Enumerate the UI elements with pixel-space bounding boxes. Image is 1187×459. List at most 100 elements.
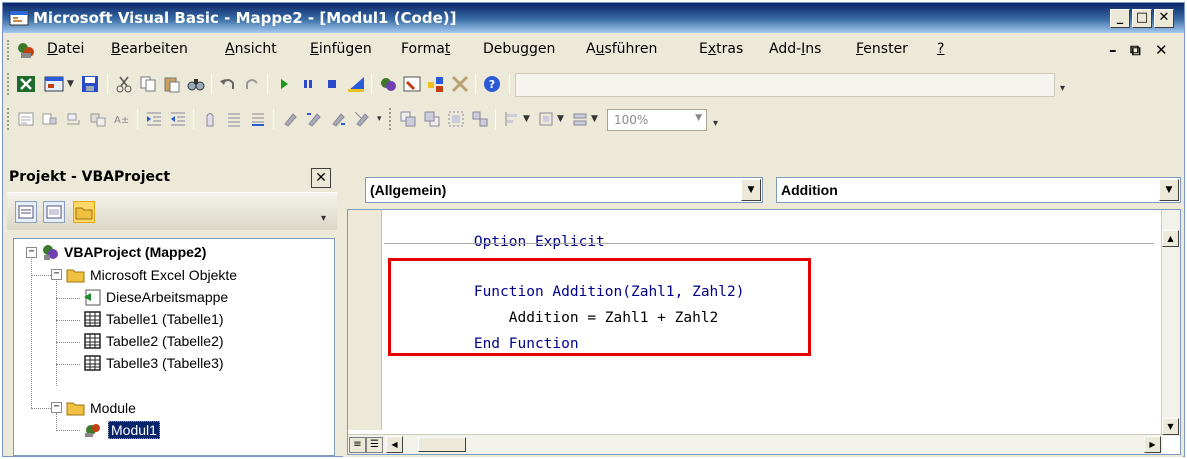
mdi-minimize-button[interactable]: – — [1109, 41, 1117, 59]
previous-bookmark-icon[interactable] — [327, 108, 349, 130]
object-browser-icon[interactable] — [425, 73, 447, 95]
tree-node-modules[interactable]: Module — [66, 397, 136, 419]
list-constants-icon[interactable] — [39, 108, 61, 130]
mdi-restore-button[interactable]: ⧉ — [1130, 41, 1141, 59]
toolbar-overflow-icon[interactable]: ▾ — [713, 118, 718, 129]
indent-icon[interactable] — [143, 108, 165, 130]
send-to-back-icon[interactable] — [421, 108, 443, 130]
full-module-view-icon[interactable]: ☰ — [366, 437, 383, 453]
toolbar-grip[interactable] — [389, 108, 392, 130]
bring-to-front-icon[interactable] — [397, 108, 419, 130]
find-icon[interactable] — [185, 73, 207, 95]
toggle-folders-icon[interactable] — [73, 201, 95, 223]
procedure-combo-dropdown-icon[interactable]: ▼ — [1159, 179, 1179, 201]
view-code-icon[interactable] — [15, 201, 37, 223]
horizontal-scroll-thumb[interactable] — [418, 437, 466, 452]
minimize-button[interactable]: _ — [1110, 9, 1130, 28]
make-same-size-icon[interactable] — [569, 108, 591, 130]
copy-icon[interactable] — [137, 73, 159, 95]
redo-icon[interactable] — [241, 73, 263, 95]
object-combo-dropdown-icon[interactable]: ▼ — [741, 179, 761, 201]
save-icon[interactable] — [79, 73, 101, 95]
project-explorer-icon[interactable] — [377, 73, 399, 95]
procedure-combo[interactable]: Addition ▼ — [776, 177, 1181, 203]
tree-node-workbook[interactable]: DieseArbeitsmappe — [82, 286, 228, 308]
toolbar-grip[interactable] — [7, 108, 10, 130]
tree-node-sheet[interactable]: Tabelle2 (Tabelle2) — [82, 330, 224, 352]
parameter-info-icon[interactable] — [87, 108, 109, 130]
menu-einfuegen[interactable]: Einfügen — [310, 41, 372, 57]
complete-word-icon[interactable]: A± — [111, 108, 133, 130]
menu-datei[interactable]: Datei — [47, 41, 84, 57]
toolbar-overflow-icon[interactable]: ▾ — [1060, 83, 1065, 94]
toggle-bookmark-icon[interactable] — [279, 108, 301, 130]
menu-debuggen[interactable]: Debuggen — [483, 41, 555, 57]
menu-addins[interactable]: Add-Ins — [769, 41, 821, 57]
menu-format[interactable]: Format — [401, 41, 450, 57]
properties-icon[interactable] — [401, 73, 423, 95]
align-dropdown-icon[interactable]: ▼ — [523, 114, 530, 124]
zoom-dropdown-icon[interactable]: ▼ — [695, 113, 702, 123]
next-bookmark-icon[interactable] — [303, 108, 325, 130]
paste-icon[interactable] — [161, 73, 183, 95]
outdent-icon[interactable] — [167, 108, 189, 130]
view-object-icon[interactable] — [43, 201, 65, 223]
center-icon[interactable] — [535, 108, 557, 130]
mdi-close-button[interactable]: ✕ — [1155, 41, 1168, 59]
maximize-button[interactable]: □ — [1132, 9, 1152, 28]
horizontal-scrollbar[interactable]: ≡ ☰ ◀ ▶ — [348, 434, 1163, 454]
scroll-right-icon[interactable]: ▶ — [1144, 436, 1161, 453]
tree-node-sheet[interactable]: Tabelle3 (Tabelle3) — [82, 352, 224, 374]
menu-extras[interactable]: Extras — [699, 41, 743, 57]
view-excel-icon[interactable] — [15, 73, 37, 95]
vbe-menu-icon[interactable] — [15, 39, 37, 61]
zoom-combo[interactable]: 100% ▼ — [607, 109, 707, 131]
tree-node-vbaproject[interactable]: VBAProject (Mappe2) — [40, 241, 206, 263]
tree-collapse-icon[interactable]: − — [51, 269, 62, 280]
procedure-view-icon[interactable]: ≡ — [349, 437, 366, 453]
close-button[interactable]: ✕ — [1154, 9, 1174, 28]
toolbar-overflow-icon[interactable]: ▾ — [377, 114, 382, 124]
toggle-breakpoint-icon[interactable] — [199, 108, 221, 130]
scroll-up-icon[interactable]: ▲ — [1162, 230, 1179, 247]
insert-userform-icon[interactable] — [43, 73, 65, 95]
size-dropdown-icon[interactable]: ▼ — [591, 114, 598, 124]
center-dropdown-icon[interactable]: ▼ — [557, 114, 564, 124]
object-combo[interactable]: (Allgemein) ▼ — [365, 177, 763, 203]
reset-icon[interactable] — [321, 73, 343, 95]
uncomment-block-icon[interactable] — [247, 108, 269, 130]
list-properties-icon[interactable] — [15, 108, 37, 130]
help-icon[interactable]: ? — [481, 73, 503, 95]
insert-dropdown-icon[interactable]: ▼ — [67, 79, 74, 89]
menu-ansicht[interactable]: Ansicht — [225, 41, 277, 57]
menu-ausfuehren[interactable]: Ausführen — [586, 41, 657, 57]
project-explorer-close-button[interactable]: ✕ — [311, 168, 331, 188]
toolbox-icon[interactable] — [449, 73, 471, 95]
menu-fenster[interactable]: Fenster — [856, 41, 908, 57]
scroll-down-icon[interactable]: ▼ — [1162, 418, 1179, 435]
undo-icon[interactable] — [217, 73, 239, 95]
tree-collapse-icon[interactable]: − — [51, 402, 62, 413]
menu-bearbeiten[interactable]: Bearbeiten — [111, 41, 188, 57]
menubar-grip[interactable] — [7, 40, 10, 60]
align-icon[interactable] — [501, 108, 523, 130]
tree-node-excel-objects[interactable]: Microsoft Excel Objekte — [66, 264, 237, 286]
project-toolbar-overflow-icon[interactable]: ▾ — [321, 213, 326, 224]
code-editor[interactable]: Option Explicit Function Addition(Zahl1,… — [347, 209, 1181, 455]
clear-bookmarks-icon[interactable] — [351, 108, 373, 130]
code-margin-indicator-bar[interactable] — [348, 210, 382, 430]
quick-info-icon[interactable] — [63, 108, 85, 130]
menu-help[interactable]: ? — [937, 41, 944, 57]
toolbar-grip[interactable] — [7, 73, 10, 95]
design-mode-icon[interactable] — [345, 73, 367, 95]
tree-collapse-icon[interactable]: − — [26, 247, 37, 258]
pause-icon[interactable] — [297, 73, 319, 95]
tree-node-module1[interactable]: Modul1 — [82, 419, 160, 441]
scroll-left-icon[interactable]: ◀ — [386, 436, 403, 453]
tree-node-sheet[interactable]: Tabelle1 (Tabelle1) — [82, 308, 224, 330]
cut-icon[interactable] — [113, 73, 135, 95]
run-icon[interactable] — [273, 73, 295, 95]
comment-block-icon[interactable] — [223, 108, 245, 130]
group-icon[interactable] — [445, 108, 467, 130]
vertical-scrollbar[interactable]: ▲ ▼ — [1161, 210, 1180, 436]
